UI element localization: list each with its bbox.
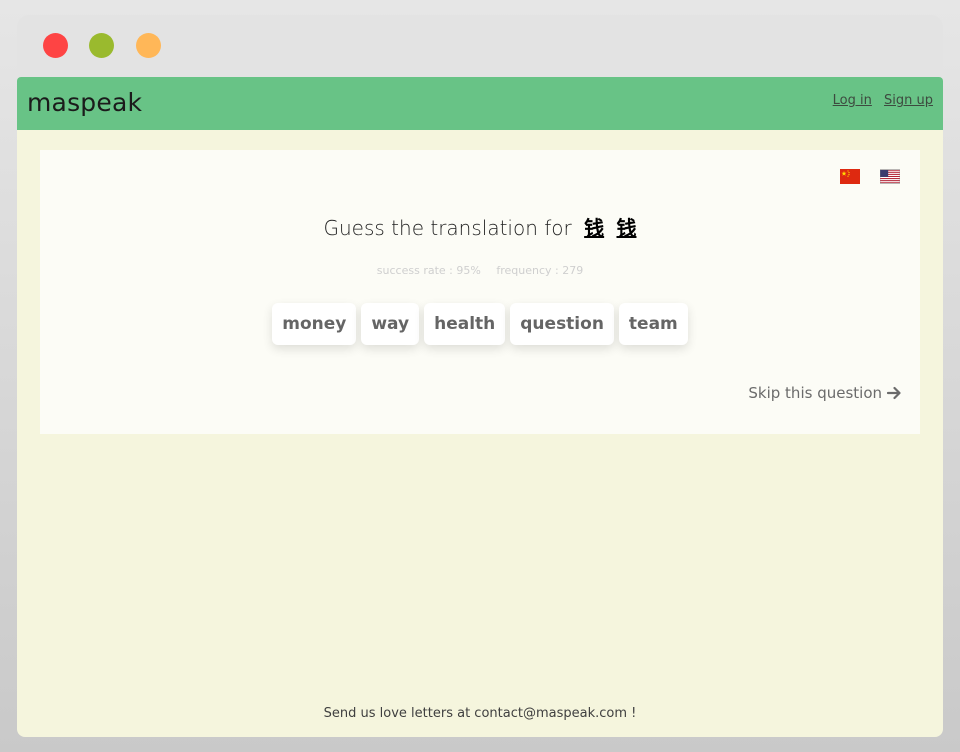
answer-option-health[interactable]: health: [424, 303, 506, 345]
answer-option-team[interactable]: team: [618, 303, 688, 345]
prompt-text: Guess the translation for: [323, 216, 572, 240]
nav-links: Log in Sign up: [825, 93, 933, 108]
signup-link[interactable]: Sign up: [884, 93, 933, 108]
close-window-button[interactable]: [43, 33, 68, 58]
language-flags: [840, 169, 900, 184]
arrow-right-icon: [886, 386, 901, 400]
frequency: frequency : 279: [496, 264, 584, 277]
brand-logo[interactable]: maspeak: [27, 88, 142, 117]
answer-option-money[interactable]: money: [272, 303, 357, 345]
footer: Send us love letters at contact@maspeak.…: [17, 706, 943, 721]
window-titlebar: [17, 15, 943, 77]
skip-label: Skip this question: [748, 384, 882, 402]
word-stats: success rate : 95% frequency : 279: [40, 264, 920, 277]
footer-text: Send us love letters at contact@maspeak.…: [323, 706, 637, 721]
answer-options: money way health question team: [40, 303, 920, 345]
login-link[interactable]: Log in: [833, 93, 872, 108]
skip-question-button[interactable]: Skip this question: [748, 384, 902, 402]
question-prompt: Guess the translation for 钱 钱: [40, 212, 920, 241]
app-page: maspeak Log in Sign up Guess the transla…: [17, 77, 943, 737]
target-word[interactable]: 钱: [584, 216, 604, 240]
answer-option-way[interactable]: way: [361, 303, 420, 345]
quiz-card: Guess the translation for 钱 钱 success ra…: [40, 150, 920, 434]
minimize-window-button[interactable]: [89, 33, 114, 58]
navbar: maspeak Log in Sign up: [17, 77, 943, 130]
usa-flag-icon[interactable]: [880, 169, 900, 184]
maximize-window-button[interactable]: [136, 33, 161, 58]
china-flag-icon[interactable]: [840, 169, 860, 184]
success-rate: success rate : 95%: [376, 264, 481, 277]
answer-option-question[interactable]: question: [510, 303, 614, 345]
target-word-pronunciation[interactable]: 钱: [616, 216, 636, 240]
